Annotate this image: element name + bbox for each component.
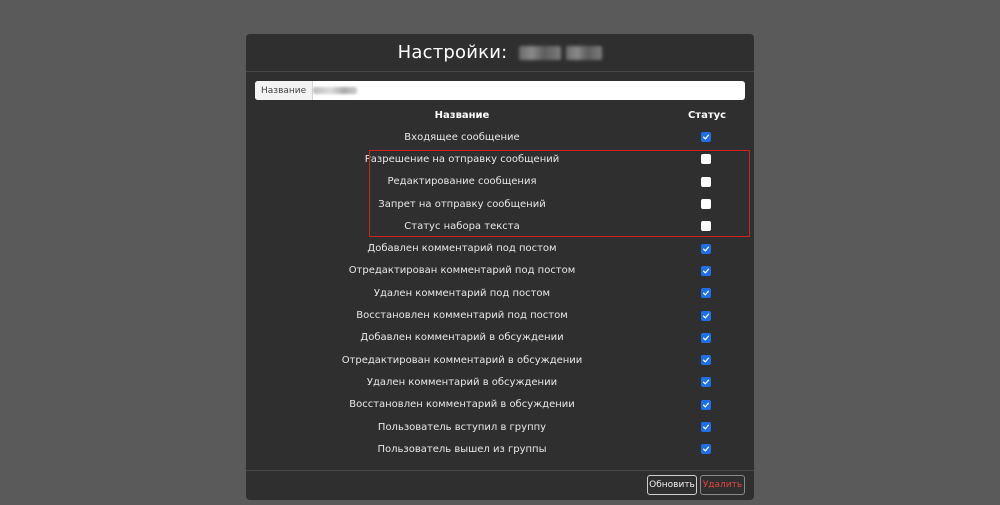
settings-modal: Настройки: Название Название Статус Вход…	[246, 34, 754, 500]
checkmark-icon	[702, 380, 710, 385]
settings-row-label: Статус набора текста	[404, 220, 520, 232]
settings-row: Редактирование сообщения	[246, 171, 754, 193]
settings-row: Пользователь вступил в группу	[246, 416, 754, 438]
settings-row-label: Удален комментарий в обсуждении	[366, 376, 558, 388]
checkmark-icon	[702, 246, 710, 252]
redacted-value	[313, 87, 357, 94]
redacted-block	[566, 45, 603, 60]
settings-row-label: Восстановлен комментарий в обсуждении	[349, 399, 575, 411]
status-checkbox[interactable]	[701, 132, 711, 143]
status-checkbox[interactable]	[701, 377, 711, 388]
settings-row: Удален комментарий в обсуждении	[246, 371, 754, 393]
refresh-button[interactable]: Обновить	[647, 475, 697, 495]
settings-row-label: Добавлен комментарий под постом	[367, 243, 557, 255]
header-divider	[246, 71, 754, 72]
checkmark-icon	[702, 290, 710, 296]
settings-row: Добавлен комментарий в обсуждении	[246, 327, 754, 349]
status-checkbox[interactable]	[701, 154, 711, 165]
settings-row-label: Разрешение на отправку сообщений	[364, 153, 560, 165]
status-checkbox[interactable]	[701, 176, 711, 187]
name-field: Название	[255, 81, 745, 100]
settings-row: Добавлен комментарий под постом	[246, 237, 754, 259]
modal-title: Настройки:	[397, 42, 508, 63]
settings-row: Статус набора текста	[246, 215, 754, 237]
settings-row-label: Пользователь вступил в группу	[377, 421, 547, 433]
settings-row: Восстановлен комментарий под постом	[246, 304, 754, 326]
status-checkbox[interactable]	[701, 399, 711, 410]
status-checkbox[interactable]	[701, 243, 711, 254]
footer-divider	[246, 470, 754, 471]
status-checkbox[interactable]	[701, 310, 711, 321]
settings-row-label: Редактирование сообщения	[387, 176, 537, 188]
status-checkbox[interactable]	[701, 355, 711, 366]
settings-row: Запрет на отправку сообщений	[246, 193, 754, 215]
status-checkbox[interactable]	[701, 265, 711, 276]
modal-header: Настройки:	[246, 34, 754, 71]
settings-row-label: Входящее сообщение	[404, 131, 520, 143]
delete-button[interactable]: Удалить	[700, 475, 745, 495]
settings-row: Отредактирован комментарий под постом	[246, 260, 754, 282]
checkmark-icon	[702, 268, 710, 274]
checkmark-icon	[702, 134, 710, 140]
settings-row-label: Пользователь вышел из группы	[377, 443, 547, 455]
table-header: Название Статус	[246, 110, 754, 126]
settings-row-label: Добавлен комментарий в обсуждении	[360, 332, 564, 344]
status-checkbox[interactable]	[701, 288, 711, 299]
settings-row: Разрешение на отправку сообщений	[246, 148, 754, 170]
checkmark-icon	[702, 402, 710, 408]
settings-list: Входящее сообщение Разрешение на отправку…	[246, 126, 754, 460]
name-input[interactable]	[313, 81, 745, 100]
status-checkbox[interactable]	[701, 199, 711, 210]
settings-row: Восстановлен комментарий в обсуждении	[246, 394, 754, 416]
checkmark-icon	[702, 446, 710, 452]
status-checkbox[interactable]	[701, 221, 711, 232]
checkmark-icon	[702, 313, 710, 318]
status-checkbox[interactable]	[701, 422, 711, 432]
settings-row: Входящее сообщение	[246, 126, 754, 148]
settings-row-label: Восстановлен комментарий под постом	[356, 310, 568, 322]
column-header-name: Название	[434, 110, 490, 121]
settings-row-label: Запрет на отправку сообщений	[378, 198, 546, 210]
settings-row: Пользователь вышел из группы	[246, 438, 754, 460]
settings-row-label: Отредактирован комментарий в обсуждении	[341, 354, 583, 366]
redacted-block	[519, 45, 562, 60]
settings-row-label: Отредактирован комментарий под постом	[348, 265, 576, 277]
redacted-name	[519, 45, 603, 60]
status-checkbox[interactable]	[701, 444, 711, 455]
settings-row: Отредактирован комментарий в обсуждении	[246, 349, 754, 371]
settings-row: Удален комментарий под постом	[246, 282, 754, 304]
name-field-label: Название	[255, 81, 314, 100]
checkmark-icon	[702, 424, 710, 430]
settings-row-label: Удален комментарий под постом	[373, 287, 551, 299]
checkmark-icon	[702, 335, 710, 341]
status-checkbox[interactable]	[701, 332, 711, 343]
column-header-status: Статус	[687, 110, 727, 121]
checkmark-icon	[702, 357, 710, 363]
